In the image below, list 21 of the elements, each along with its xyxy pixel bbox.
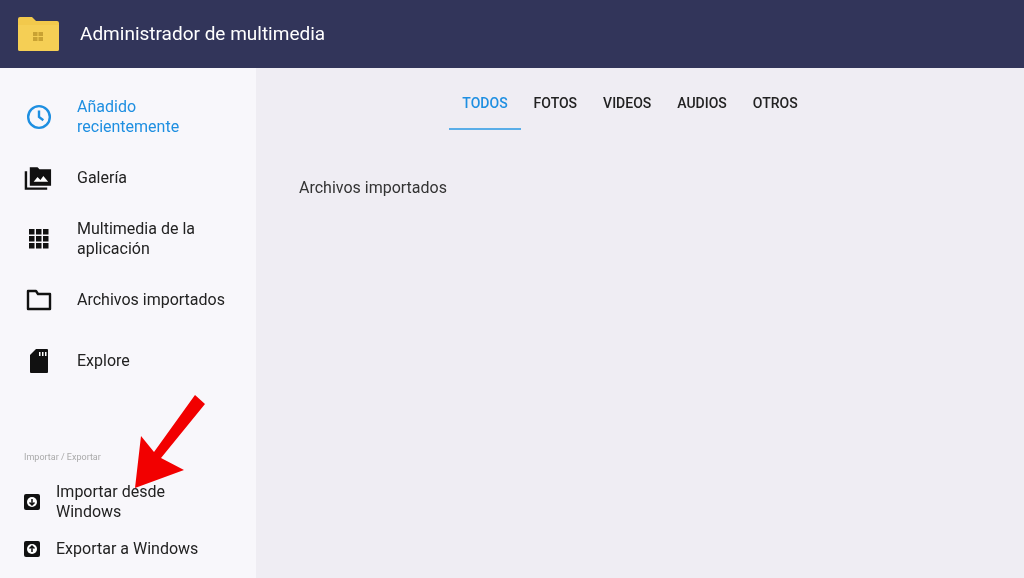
tab[interactable]: AUDIOS bbox=[664, 78, 740, 130]
clock-icon bbox=[25, 103, 52, 130]
tab[interactable]: VIDEOS bbox=[590, 78, 665, 130]
sidebar-item[interactable]: Exportar a Windows bbox=[0, 525, 256, 572]
gallery-icon bbox=[24, 164, 53, 191]
grid-icon bbox=[28, 228, 49, 249]
folder-icon bbox=[17, 16, 60, 52]
folder-icon bbox=[25, 288, 52, 311]
sidebar-item[interactable]: Importar desde Windows bbox=[0, 478, 256, 525]
upload-icon bbox=[24, 540, 40, 557]
sidebar-item[interactable]: Multimedia de la aplicación bbox=[0, 208, 256, 269]
sd-card-icon bbox=[28, 347, 49, 374]
sidebar-item[interactable]: Explore bbox=[0, 330, 256, 391]
tab[interactable]: OTROS bbox=[739, 78, 811, 130]
sidebar-item[interactable]: Archivos importados bbox=[0, 269, 256, 330]
section-label: Importar / Exportar bbox=[23, 450, 101, 464]
tab[interactable]: FOTOS bbox=[520, 78, 591, 130]
section-heading: Archivos importados bbox=[299, 177, 447, 199]
window-title: Administrador de multimedia bbox=[80, 20, 326, 47]
download-icon bbox=[24, 493, 40, 510]
sidebar-item[interactable]: Galería bbox=[0, 147, 256, 208]
